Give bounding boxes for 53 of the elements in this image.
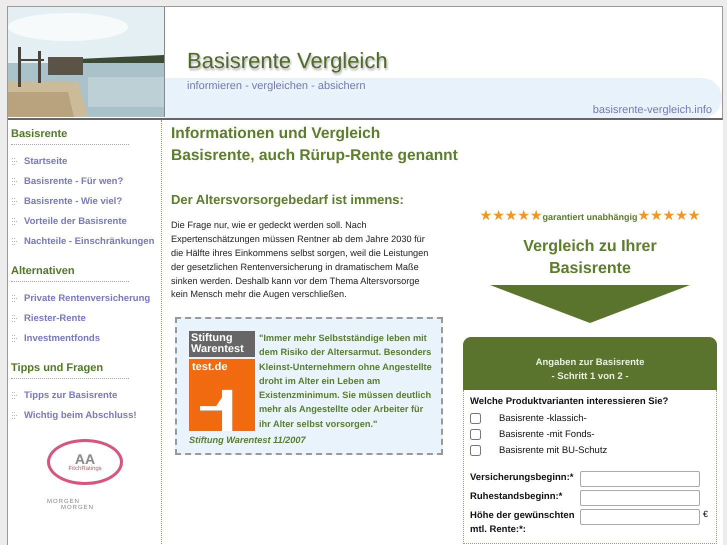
star-icon: ★ bbox=[530, 208, 542, 222]
section-heading: Alternativen bbox=[11, 265, 76, 277]
star-icon: ★ bbox=[480, 208, 492, 222]
section-heading: Tipps und Fragen bbox=[11, 362, 104, 374]
checkbox[interactable] bbox=[470, 445, 481, 456]
nav-link[interactable]: Wichtig beim Abschluss! bbox=[24, 410, 137, 420]
logo-text: test.de bbox=[191, 360, 228, 374]
option-label: Basisrente -mit Fonds- bbox=[499, 429, 595, 440]
nav-link[interactable]: Riester-Rente bbox=[24, 312, 86, 324]
tagline: informieren - vergleichen - absichern bbox=[187, 80, 367, 92]
star-icon: ★ bbox=[675, 208, 688, 222]
field-label: Ruhestandsbeginn:* bbox=[470, 490, 564, 504]
nav-link[interactable]: Investmentfonds bbox=[24, 332, 100, 344]
site-url: basisrente-vergleich.info bbox=[592, 104, 712, 116]
star-icon: ★ bbox=[504, 208, 518, 222]
logo-text: Stiftung Warentest bbox=[189, 331, 255, 358]
option-label: Basisrente -klassich- bbox=[499, 413, 587, 424]
star-icon: ★ bbox=[662, 208, 676, 222]
form-question: Welche Produktvarianten interessieren Sie? bbox=[470, 396, 670, 407]
input-field[interactable] bbox=[580, 508, 700, 525]
field-label: Versicherungsbeginn:* bbox=[470, 470, 574, 485]
input-field[interactable] bbox=[580, 470, 700, 487]
badge-text: garantiert unabhängig bbox=[542, 212, 638, 222]
form-title: Angaben zur Basisrente bbox=[536, 356, 644, 368]
checkbox[interactable] bbox=[470, 429, 481, 440]
star-icon: ★ bbox=[517, 208, 530, 222]
quote-source: Stiftung Warentest 11/2007 bbox=[189, 435, 307, 446]
body-paragraph: Die Frage nur, wie er gedeckt werden soll. Nach Expertenschätzungen müssen Rentner ab dem Jahre 2030 für die Hälfte ihres Einkommens selbst sorgen, weil die Leistungen der gesetzlichen Rentenversicherung in dramatischem Maße sinken werden. Deshalb kann vor dem Thema Altersvorsorge kein Mensch mehr die Augen verschließen. bbox=[171, 219, 430, 302]
down-arrow-icon bbox=[490, 284, 690, 323]
page-heading: Informationen und Vergleich Basisrente, auch Rürup-Rente genannt bbox=[171, 124, 459, 166]
star-icon: ★ bbox=[650, 208, 663, 222]
option-label: Basisrente mit BU-Schutz bbox=[499, 445, 608, 456]
nav-link[interactable]: Vorteile der Basisrente bbox=[24, 216, 127, 226]
section-heading: Der Altersvorsorgebedarf ist immens: bbox=[171, 192, 405, 208]
input-field[interactable] bbox=[580, 490, 700, 506]
form-step: - Schritt 1 von 2 - bbox=[551, 370, 629, 382]
unit-label: € bbox=[703, 508, 708, 519]
rating-grade: AA bbox=[74, 452, 96, 466]
nav-link[interactable]: Nachteile - Einschränkungen bbox=[24, 236, 154, 246]
nav-link[interactable]: Tipps zur Basisrente bbox=[24, 390, 118, 400]
nav-link[interactable]: Basisrente - Für wen? bbox=[24, 176, 124, 186]
nav-link[interactable]: Basisrente - Wie viel? bbox=[24, 196, 122, 206]
section-heading: Basisrente bbox=[11, 128, 68, 140]
star-icon: ★ bbox=[492, 208, 505, 222]
star-icon: ★ bbox=[688, 208, 700, 222]
quote-text: "Immer mehr Selbstständige leben mit dem Risiko der Altersarmut. Besonders Kleinst-Unternehmern ohne Angestellte droht im Alter ein Leben am Existenzminimum. Sie müssen deutlich mehr als Angestellte oder Arbeiter für ihr Alter selbst vorsorgen." bbox=[259, 332, 433, 431]
star-icon: ★ bbox=[638, 208, 650, 222]
checkbox[interactable] bbox=[470, 413, 481, 424]
comparison-heading: Vergleich zu Ihrer Basisrente bbox=[522, 237, 658, 280]
site-title: Basisrente Vergleich bbox=[187, 48, 389, 74]
nav-link[interactable]: Startseite bbox=[24, 156, 68, 166]
nav-link[interactable]: Private Rentenversicherung bbox=[24, 292, 150, 304]
field-label: Höhe der gewünschten mtl. Rente:*: bbox=[470, 508, 576, 538]
